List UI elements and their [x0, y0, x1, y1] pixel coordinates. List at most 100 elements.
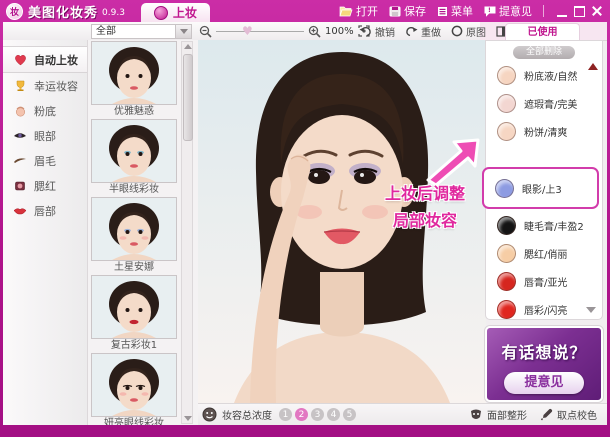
- save-disk-icon: [389, 6, 401, 17]
- original-button[interactable]: 原图: [451, 24, 486, 39]
- open-button[interactable]: 打开: [339, 3, 378, 19]
- lips-icon: [12, 204, 28, 218]
- thumbnail-item[interactable]: 复古彩妆1: [91, 275, 177, 353]
- photo-canvas[interactable]: 上妆后调整 局部妆容: [198, 40, 486, 403]
- thumbnail-item[interactable]: 半眼线彩妆: [91, 119, 177, 197]
- maximize-button[interactable]: [574, 6, 585, 17]
- thumbnail-scrollbar[interactable]: [181, 41, 193, 424]
- original-image-icon: [451, 25, 463, 37]
- color-swatch: [497, 94, 516, 113]
- close-button[interactable]: [592, 6, 602, 16]
- color-pick-button[interactable]: 取点校色: [540, 407, 597, 422]
- zoom-slider[interactable]: ♥: [216, 22, 304, 40]
- color-swatch: [497, 300, 516, 319]
- redo-button[interactable]: 重做: [405, 24, 441, 39]
- intensity-level-2[interactable]: 2: [295, 408, 308, 421]
- sidebar-item-foundation[interactable]: 粉底: [3, 98, 87, 123]
- thumbnail-image[interactable]: [91, 119, 177, 183]
- used-item-label: 眼影/上3: [522, 181, 562, 196]
- tab-used[interactable]: 已使用: [505, 23, 580, 41]
- used-item-powder[interactable]: 粉饼/清爽: [486, 117, 602, 145]
- zoom-out-icon[interactable]: [199, 25, 212, 38]
- used-item-label: 唇彩/闪亮: [524, 302, 567, 317]
- thumbnail-image[interactable]: [91, 275, 177, 339]
- scroll-up-icon[interactable]: [184, 44, 192, 49]
- bottom-bar: 妆容总浓度 1 2 3 4 5 面部整形 取点校色: [198, 403, 607, 425]
- thumbnail-image[interactable]: [91, 41, 177, 105]
- face-reshape-button[interactable]: 面部整形: [469, 407, 527, 422]
- clear-all-button[interactable]: 全部删除: [513, 46, 575, 59]
- sidebar-item-lucky-looks[interactable]: 幸运妆容: [3, 73, 87, 98]
- scrollbar-thumb[interactable]: [183, 54, 193, 141]
- used-item-mascara[interactable]: 睫毛膏/丰盈2: [486, 211, 602, 239]
- used-item-label: 睫毛膏/丰盈2: [524, 218, 584, 233]
- menu-button[interactable]: 菜单: [437, 3, 473, 19]
- app-version: 0.9.3: [102, 8, 125, 18]
- title-bar: 妆 美图化妆秀 0.9.3 上妆 打开 保存 菜单 ! 提意见: [0, 0, 610, 22]
- undo-button[interactable]: 撤销: [359, 24, 395, 39]
- color-pick-label: 取点校色: [557, 407, 597, 422]
- intensity-level-4[interactable]: 4: [327, 408, 340, 421]
- thumbnail-list: 优雅魅惑 半眼线彩妆 土星安娜 复古彩妆1: [88, 40, 199, 425]
- redo-label: 重做: [421, 24, 441, 39]
- category-dropdown-value: 全部: [92, 25, 175, 38]
- window-body: 全部 ♥ 100% 撤销 重做: [3, 22, 607, 425]
- scroll-down-icon[interactable]: [184, 416, 192, 421]
- annotation-text: 上妆后调整 局部妆容: [370, 180, 480, 234]
- thumbnail-item[interactable]: 土星安娜: [91, 197, 177, 275]
- thumbnail-label: 复古彩妆1: [91, 339, 177, 353]
- sidebar-item-label: 粉底: [34, 103, 56, 119]
- used-item-label: 唇膏/亚光: [524, 274, 567, 289]
- intensity-levels: 1 2 3 4 5: [279, 408, 356, 421]
- intensity-label: 妆容总浓度: [222, 407, 272, 422]
- save-button[interactable]: 保存: [389, 3, 426, 19]
- thumbnail-image[interactable]: [91, 197, 177, 261]
- app-logo-icon: 妆: [6, 3, 23, 20]
- used-item-foundation[interactable]: 粉底液/自然: [486, 61, 602, 89]
- thumbnail-item[interactable]: 妍亮眼线彩妆: [91, 353, 177, 425]
- eyedropper-icon: [540, 408, 553, 421]
- category-dropdown[interactable]: 全部: [91, 24, 192, 39]
- titlebar-separator: [543, 5, 544, 17]
- color-swatch: [495, 179, 514, 198]
- feedback-button[interactable]: ! 提意见: [484, 3, 532, 19]
- blush-icon: [12, 179, 28, 193]
- used-item-eyeshadow[interactable]: 眼影/上3: [484, 174, 597, 202]
- intensity-level-3[interactable]: 3: [311, 408, 324, 421]
- zoom-in-icon[interactable]: [308, 25, 321, 38]
- zoom-level: 100%: [325, 26, 354, 37]
- zoom-slider-thumb-heart-icon[interactable]: ♥: [242, 23, 253, 39]
- sidebar-item-auto-makeup[interactable]: 自动上妆: [3, 46, 87, 73]
- intensity-level-1[interactable]: 1: [279, 408, 292, 421]
- sidebar-item-blush[interactable]: 腮红: [3, 173, 87, 198]
- used-item-label: 遮瑕膏/完美: [524, 96, 577, 111]
- thumbnail-item[interactable]: 优雅魅惑: [91, 41, 177, 119]
- intensity-level-5[interactable]: 5: [343, 408, 356, 421]
- used-item-lipstick[interactable]: 唇膏/亚光: [486, 267, 602, 295]
- app-window: 妆 美图化妆秀 0.9.3 上妆 打开 保存 菜单 ! 提意见: [0, 0, 610, 437]
- sidebar-item-lips[interactable]: 唇部: [3, 198, 87, 223]
- used-item-concealer[interactable]: 遮瑕膏/完美: [486, 89, 602, 117]
- used-item-blush[interactable]: 腮红/俏丽: [486, 239, 602, 267]
- feedback-box: 有话想说？ 提意见: [485, 326, 603, 402]
- panel-scroll-down-icon[interactable]: [586, 307, 596, 313]
- thumbnail-label: 妍亮眼线彩妆: [91, 417, 177, 425]
- sidebar-item-label: 自动上妆: [34, 52, 78, 68]
- eye-icon: [12, 129, 28, 143]
- dropdown-arrow-button[interactable]: [175, 25, 191, 38]
- thumbnail-image[interactable]: [91, 353, 177, 417]
- chevron-down-icon: [180, 29, 188, 34]
- sidebar-item-eyebrows[interactable]: 眉毛: [3, 148, 87, 173]
- panel-scroll-up-icon[interactable]: [588, 63, 598, 70]
- tab-makeup[interactable]: 上妆: [141, 3, 210, 22]
- annotation-arrow: [420, 136, 482, 186]
- highlight-box: 眼影/上3: [482, 167, 599, 209]
- used-item-label: 粉饼/清爽: [524, 124, 567, 139]
- sidebar-item-eyes[interactable]: 眼部: [3, 123, 87, 148]
- sidebar-item-label: 眼部: [34, 128, 56, 144]
- powder-icon: [12, 104, 28, 118]
- minimize-button[interactable]: [557, 6, 567, 17]
- folder-open-icon: [339, 6, 353, 17]
- used-item-lipgloss[interactable]: 唇彩/闪亮: [486, 295, 602, 323]
- suggest-button[interactable]: 提意见: [504, 372, 584, 394]
